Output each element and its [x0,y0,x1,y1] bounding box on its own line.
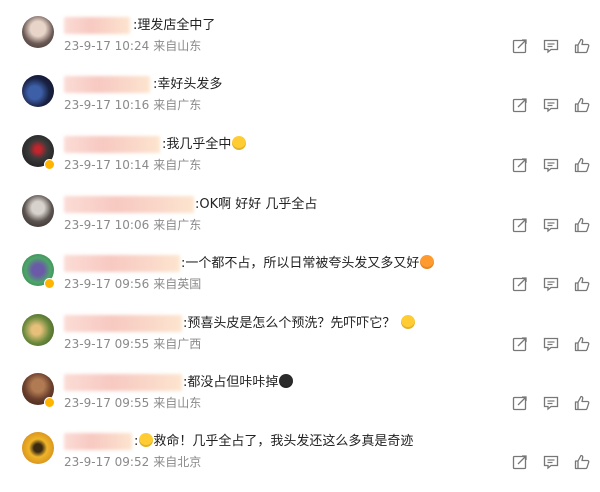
username-blurred[interactable] [64,374,182,391]
like-icon[interactable] [574,97,590,113]
comment-location: 来自北京 [153,455,202,469]
username-blurred[interactable] [64,196,194,213]
comment-actions [512,454,590,470]
laughing-emoji [232,136,247,150]
comment-meta: 23-9-17 10:06 来自广东 [64,217,201,233]
comment-meta: 23-9-17 10:14 来自广东 [64,157,201,173]
comment-icon[interactable] [543,157,559,173]
verified-badge-icon [44,397,55,408]
comment-meta: 23-9-17 10:24 来自山东 [64,38,201,54]
comment-date: 23-9-17 10:16 [64,98,150,112]
share-icon[interactable] [512,395,528,411]
comment-date: 23-9-17 10:14 [64,158,150,172]
comment-item: :都没占但咔咔掉 23-9-17 09:55 来自山东 [0,373,600,433]
comment-meta: 23-9-17 09:56 来自英国 [64,276,201,292]
comment-icon[interactable] [543,395,559,411]
comment-location: 来自广东 [153,158,202,172]
comment-icon[interactable] [543,217,559,233]
share-icon[interactable] [512,276,528,292]
like-icon[interactable] [574,217,590,233]
comment-date: 23-9-17 10:06 [64,218,150,232]
comment-icon[interactable] [543,38,559,54]
verified-badge-icon [44,278,55,289]
comment-meta: 23-9-17 10:16 来自广东 [64,97,201,113]
comment-location: 来自广西 [153,337,202,351]
comment-item: :我几乎全中 23-9-17 10:14 来自广东 [0,135,600,195]
avatar[interactable] [22,16,54,48]
share-icon[interactable] [512,97,528,113]
comment-actions [512,336,590,352]
comment-text: :OK啊 好好 几乎全占 [195,197,318,212]
crying-emoji [139,433,154,447]
share-icon[interactable] [512,336,528,352]
comment-actions [512,38,590,54]
comment-text: : 救命！几乎全占了，我头发还这么多真是奇迹 [134,433,414,449]
comment-item: :预喜头皮是怎么个预洗？先吓吓它？ 23-9-17 09:55 来自广西 [0,314,600,374]
comment-actions [512,97,590,113]
share-icon[interactable] [512,217,528,233]
comment-meta: 23-9-17 09:55 来自广西 [64,336,201,352]
tongue-out-emoji [420,255,435,269]
thinking-emoji [400,315,415,329]
username-blurred[interactable] [64,315,182,332]
like-icon[interactable] [574,157,590,173]
comment-location: 来自山东 [153,396,202,410]
comment-text: :我几乎全中 [162,136,247,154]
share-icon[interactable] [512,454,528,470]
comment-actions [512,276,590,292]
comment-date: 23-9-17 09:56 [64,277,150,291]
comment-text: :理发店全中了 [133,18,216,33]
share-icon[interactable] [512,38,528,54]
comment-date: 23-9-17 09:52 [64,455,150,469]
comment-location: 来自英国 [153,277,202,291]
comment-text: :都没占但咔咔掉 [183,374,294,392]
comment-item: :理发店全中了 23-9-17 10:24 来自山东 [0,16,600,76]
comment-text: :幸好头发多 [153,77,223,92]
username-blurred[interactable] [64,17,130,34]
comment-location: 来自山东 [153,39,202,53]
avatar[interactable] [22,75,54,107]
like-icon[interactable] [574,336,590,352]
comment-icon[interactable] [543,454,559,470]
avatar[interactable] [22,195,54,227]
like-icon[interactable] [574,454,590,470]
comment-icon[interactable] [543,97,559,113]
comment-icon[interactable] [543,336,559,352]
comment-actions [512,217,590,233]
comment-item: :幸好头发多 23-9-17 10:16 来自广东 [0,75,600,135]
username-blurred[interactable] [64,76,150,93]
comment-location: 来自广东 [153,218,202,232]
avatar[interactable] [22,314,54,346]
comment-date: 23-9-17 09:55 [64,396,150,410]
comment-text: :一个都不占，所以日常被夸头发又多又好 [181,255,435,273]
like-icon[interactable] [574,276,590,292]
comment-icon[interactable] [543,276,559,292]
verified-badge-icon [44,159,55,170]
avatar[interactable] [22,432,54,464]
username-blurred[interactable] [64,255,180,272]
comment-date: 23-9-17 09:55 [64,337,150,351]
like-icon[interactable] [574,38,590,54]
comment-actions [512,157,590,173]
like-icon[interactable] [574,395,590,411]
username-blurred[interactable] [64,136,160,153]
share-icon[interactable] [512,157,528,173]
comment-text: :预喜头皮是怎么个预洗？先吓吓它？ [183,315,415,333]
username-blurred[interactable] [64,433,132,450]
comment-meta: 23-9-17 09:55 来自山东 [64,395,201,411]
comment-location: 来自广东 [153,98,202,112]
comment-item: : 救命！几乎全占了，我头发还这么多真是奇迹 23-9-17 09:52 来自北京 [0,432,600,492]
comment-actions [512,395,590,411]
comment-item: :一个都不占，所以日常被夸头发又多又好 23-9-17 09:56 来自英国 [0,254,600,314]
comment-meta: 23-9-17 09:52 来自北京 [64,454,201,470]
comment-date: 23-9-17 10:24 [64,39,150,53]
comment-item: :OK啊 好好 几乎全占 23-9-17 10:06 来自广东 [0,195,600,255]
shocked-emoji [279,374,294,388]
